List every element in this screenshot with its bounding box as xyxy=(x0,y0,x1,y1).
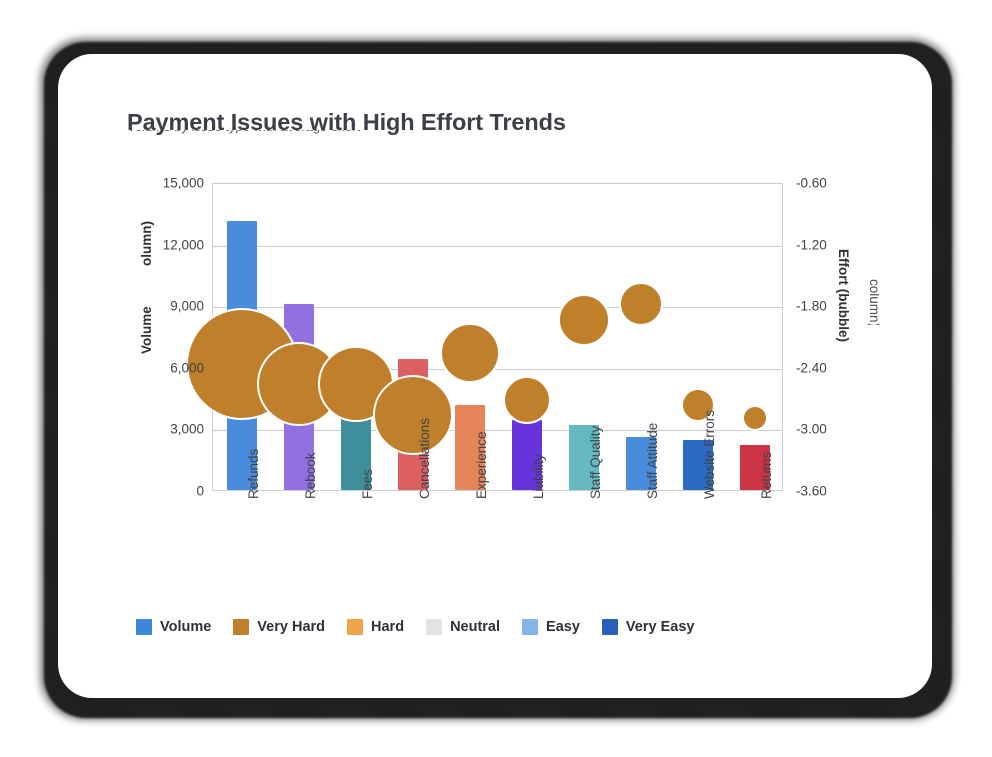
legend-label: Easy xyxy=(546,619,580,635)
x-axis-tick-experience: Experience xyxy=(473,431,489,499)
x-axis-tick-refunds: Refunds xyxy=(245,448,261,499)
screenshot-root: Payment Issues with High Effort Trends V… xyxy=(0,0,992,757)
y-axis-left-tick: 0 xyxy=(196,483,204,499)
legend-item-volume[interactable]: Volume xyxy=(136,619,211,635)
legend-item-very-easy[interactable]: Very Easy xyxy=(601,619,695,635)
chart-subtitle-text: Volume by issue type with average effort xyxy=(127,130,667,134)
legend-label: Hard xyxy=(371,619,405,635)
y-axis-right-label-clipped-text: column) xyxy=(868,279,879,325)
y-axis-left-tick: 15,000 xyxy=(162,175,204,191)
legend-label: Very Easy xyxy=(625,619,695,635)
y-axis-right-label-clipped: column) xyxy=(868,279,879,325)
bubble-liability[interactable] xyxy=(503,375,552,424)
legend-swatch xyxy=(347,619,364,635)
y-axis-right-label: Effort (bubble) xyxy=(836,249,851,342)
chart-card: Payment Issues with High Effort Trends V… xyxy=(58,54,932,698)
bubble-returns[interactable] xyxy=(742,405,769,432)
y-axis-right-tick: -3.60 xyxy=(796,483,827,499)
y-axis-right-tick: -2.40 xyxy=(796,360,827,376)
y-axis-left-tick: 12,000 xyxy=(162,237,204,253)
x-axis-tick-rebook: Rebook xyxy=(302,452,318,499)
legend-item-hard[interactable]: Hard xyxy=(347,619,404,635)
bubble-cancellations[interactable] xyxy=(372,375,453,455)
x-axis-tick-staff-quality: Staff Quality xyxy=(588,425,604,499)
legend-swatch xyxy=(522,619,539,635)
y-axis-left-label: Volume xyxy=(139,306,154,354)
y-axis-right-tick: -1.80 xyxy=(796,298,827,314)
bubble-experience[interactable] xyxy=(439,323,500,384)
legend-item-very-hard[interactable]: Very Hard xyxy=(233,619,325,635)
y-axis-right-tick: -3.00 xyxy=(796,421,827,437)
x-axis-tick-returns: Returns xyxy=(759,451,775,499)
y-axis-left-label-clipped: olumn) xyxy=(139,221,154,266)
legend-item-easy[interactable]: Easy xyxy=(522,619,580,635)
legend-label: Neutral xyxy=(450,619,501,635)
legend-label: Very Hard xyxy=(257,619,326,635)
x-axis-tick-staff-attitude: Staff Attitude xyxy=(645,422,661,499)
x-axis-tick-website-errors: Website Errors xyxy=(702,409,718,499)
gridline xyxy=(213,245,782,247)
x-axis-tick-fees: Fees xyxy=(359,468,375,499)
legend-swatch xyxy=(601,619,618,635)
bubble-staff-attitude[interactable] xyxy=(619,282,664,327)
legend-label: Volume xyxy=(160,619,212,635)
y-axis-right-tick: -0.60 xyxy=(796,175,827,191)
x-axis-tick-cancellations: Cancellations xyxy=(416,417,432,499)
y-axis-left-tick: 9,000 xyxy=(170,298,204,314)
y-axis-left-tick: 6,000 xyxy=(170,360,204,376)
y-axis-right-tick: -1.20 xyxy=(796,237,827,253)
plot-area xyxy=(185,183,783,491)
bubble-staff-quality[interactable] xyxy=(558,293,611,346)
y-axis-left-tick: 3,000 xyxy=(170,421,204,437)
chart-subtitle-clipped: Volume by issue type with average effort xyxy=(127,130,667,142)
x-axis-tick-liability: Liability xyxy=(531,453,547,499)
chart-legend: Volume Very Hard Hard Neutral Easy Very Easy xyxy=(136,619,716,635)
legend-item-neutral[interactable]: Neutral xyxy=(426,619,500,635)
legend-swatch xyxy=(233,619,250,635)
legend-swatch xyxy=(426,619,443,635)
legend-swatch xyxy=(136,619,152,635)
